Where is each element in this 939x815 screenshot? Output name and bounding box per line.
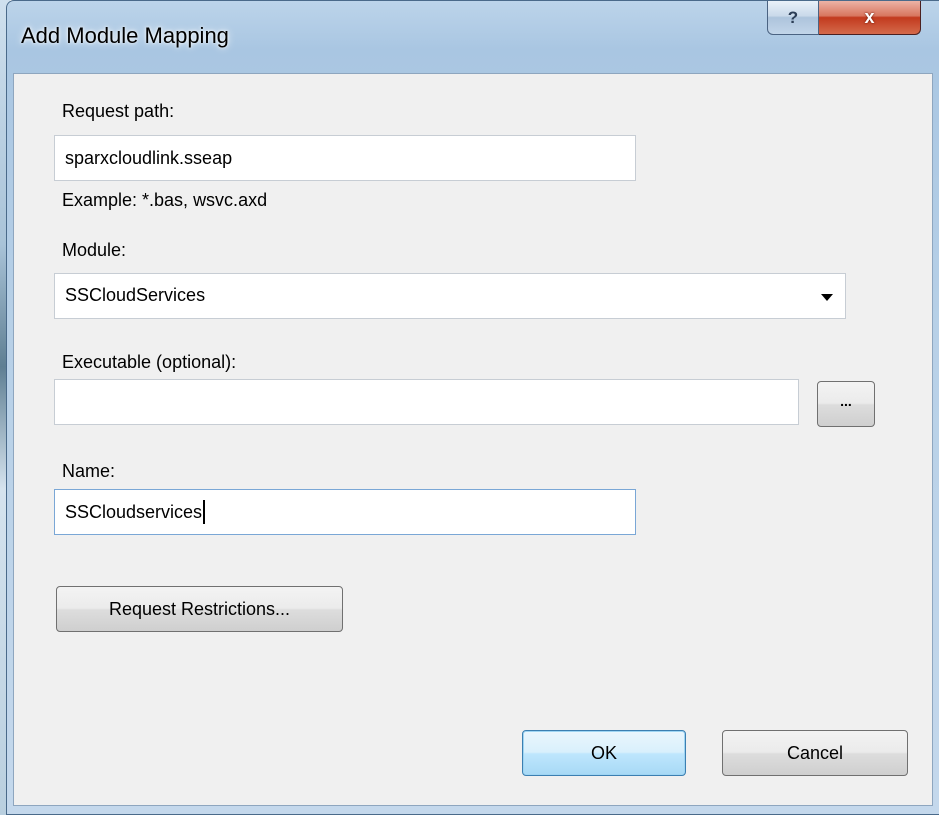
module-label: Module:	[62, 240, 127, 260]
close-icon: x	[864, 7, 875, 27]
cancel-label: Cancel	[786, 742, 844, 763]
chevron-down-icon	[821, 294, 833, 301]
name-value: SSCloudservices	[65, 501, 203, 522]
request-path-example: Example: *.bas, wsvc.axd	[62, 190, 268, 210]
ellipsis-icon: ...	[840, 393, 852, 409]
request-restrictions-label: Request Restrictions...	[108, 598, 291, 619]
text-caret	[203, 500, 206, 524]
request-restrictions-button[interactable]: Request Restrictions...	[56, 586, 343, 632]
request-path-label: Request path:	[62, 101, 175, 121]
browse-button[interactable]: ...	[817, 381, 875, 427]
ok-label: OK	[590, 742, 617, 763]
help-button[interactable]: ?	[767, 1, 819, 35]
title-bar[interactable]: Add Module Mapping ? x	[7, 1, 939, 73]
dialog-body: Request path: sparxcloudlink.sseap Examp…	[13, 73, 933, 806]
module-select[interactable]: SSCloudServices	[54, 273, 846, 319]
window-title: Add Module Mapping	[21, 23, 229, 48]
ok-button[interactable]: OK	[522, 730, 686, 776]
help-icon: ?	[787, 7, 799, 27]
executable-label: Executable (optional):	[62, 352, 237, 372]
executable-input[interactable]	[54, 379, 799, 425]
request-path-value: sparxcloudlink.sseap	[65, 147, 233, 168]
name-input[interactable]: SSCloudservices	[54, 489, 636, 535]
cancel-button[interactable]: Cancel	[722, 730, 908, 776]
close-button[interactable]: x	[819, 1, 921, 35]
dialog-window: Add Module Mapping ? x Request path: spa…	[6, 0, 939, 815]
name-label: Name:	[62, 461, 116, 481]
request-path-input[interactable]: sparxcloudlink.sseap	[54, 135, 636, 181]
module-selected-value: SSCloudServices	[65, 285, 206, 305]
